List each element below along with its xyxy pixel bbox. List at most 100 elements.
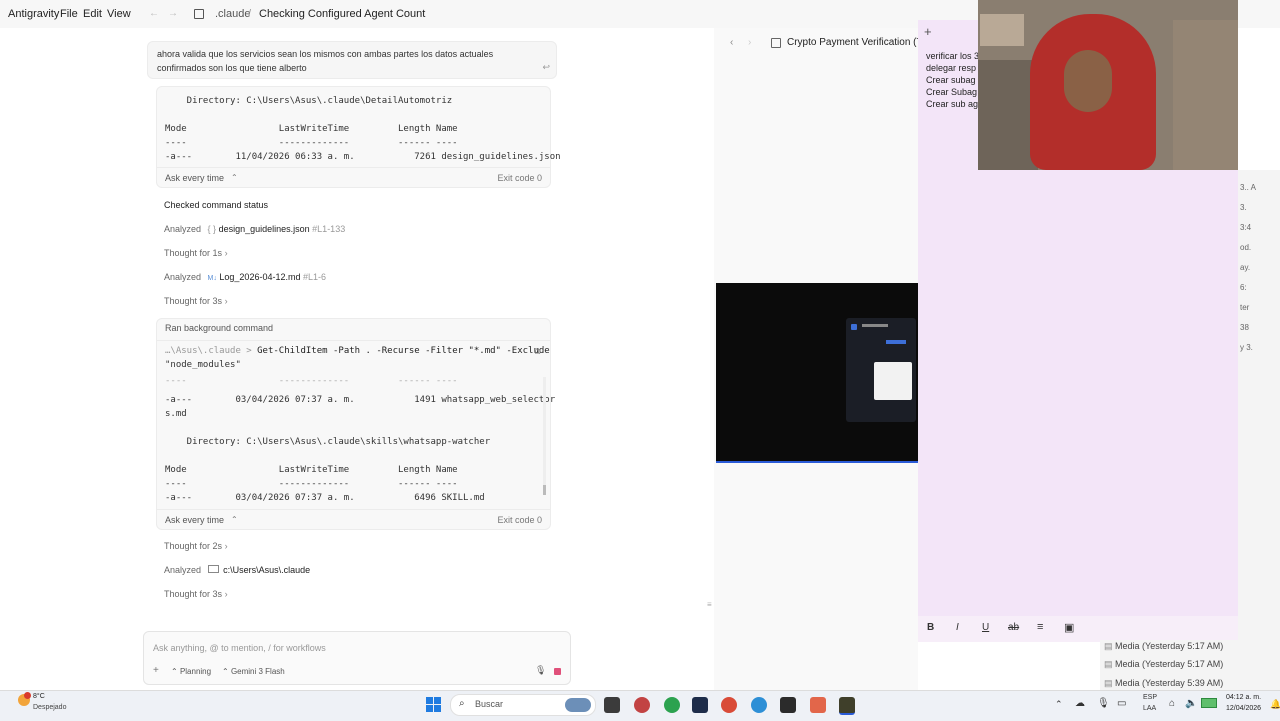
italic-button[interactable]: I [956,622,959,633]
ask-every-time-toggle[interactable]: Ask every time [165,515,224,525]
search-label: Buscar [475,699,504,709]
media-item[interactable]: ▤ Media (Yesterday 5:39 AM) [1104,678,1223,689]
forward-arrow-icon[interactable]: → [168,8,178,19]
list-button[interactable]: ≡ [1037,621,1043,633]
chevron-up-icon[interactable]: ⌃ [231,173,238,182]
back-arrow-icon[interactable]: ← [149,8,159,19]
cloud-icon[interactable]: ☁ [1075,698,1085,709]
ask-every-time-toggle[interactable]: Ask every time [165,173,224,183]
clock-date[interactable]: 12/04/2026 [1226,705,1261,712]
chevron-right-icon: › [224,296,228,306]
chat-panel: ahora valida que los servicios sean los … [0,28,714,690]
step-item[interactable]: Analyzed { } design_guidelines.json #L1-… [164,224,345,234]
file-row: -a--- 03/04/2026 07:37 a. m. 6496 SKILL.… [165,493,485,503]
edit-menu[interactable]: Edit [83,8,102,20]
output-scrollbar[interactable] [543,377,546,495]
truncated-list: 3.. A 3. 3:4 od. ay. 6: ter 38 y 3. [1240,183,1257,352]
chevron-right-icon: › [224,541,228,551]
chat-input-placeholder[interactable]: Ask anything, @ to mention, / for workfl… [153,643,326,653]
note-text[interactable]: verificar los 3 delegar resp Crear subag… [926,50,978,110]
conversation-title: Checking Configured Agent Count [259,8,426,20]
image-button[interactable]: ▣ [1064,621,1074,634]
image-icon [771,38,781,48]
media-item[interactable]: ▤ Media (Yesterday 5:17 AM) [1104,641,1223,652]
step-item: Checked command status [164,200,269,210]
strikethrough-button[interactable]: ab [1008,622,1019,633]
whatsapp-icon[interactable] [664,697,680,713]
sidebar-toggle-icon[interactable] [194,9,204,19]
chat-input-box[interactable]: Ask anything, @ to mention, / for workfl… [143,631,571,685]
thought-item[interactable]: Thought for 1s › [164,248,228,258]
media-item[interactable]: ▤ Media (Yesterday 5:17 AM) [1104,659,1223,670]
screen-recording-preview[interactable] [716,283,918,463]
taskbar-search-box[interactable]: ⌕ Buscar [450,694,596,716]
user-message-text: ahora valida que los servicios sean los … [157,49,494,73]
clock-time[interactable]: 04:12 a. m. [1226,694,1261,701]
directory-line: Directory: C:\Users\Asus\.claude\DetailA… [165,96,453,106]
breadcrumb-root[interactable]: .claude [215,8,250,20]
add-note-icon[interactable]: + [924,24,932,39]
bold-button[interactable]: B [927,622,934,633]
volume-icon[interactable]: 🔈 [1185,698,1197,709]
chevron-left-icon[interactable]: ‹ [730,37,733,48]
language-line-1[interactable]: ESP [1143,694,1157,701]
note-line: Crear sub ag [926,99,978,109]
chevron-up-icon: ⌃ [171,667,180,676]
file-menu[interactable]: File [60,8,78,20]
add-icon[interactable]: + [153,665,159,676]
chevron-right-icon[interactable]: › [748,37,751,48]
underline-button[interactable]: U [982,622,989,633]
copy-icon[interactable]: ⧉ [534,346,540,357]
model-selector[interactable]: ⌃ Gemini 3 Flash [222,667,285,676]
windows-start-icon[interactable] [426,697,441,712]
task-view-icon[interactable] [604,697,620,713]
battery-icon[interactable] [1201,698,1217,708]
notification-bell-icon[interactable]: 🔔 [1270,699,1280,710]
stop-button[interactable] [554,668,561,675]
mic-icon[interactable]: 🎙 [1097,698,1110,709]
exit-code-label: Exit code 0 [497,515,542,525]
weather-temp[interactable]: 8°C [33,693,45,700]
chrome-icon[interactable] [721,697,737,713]
chevron-right-icon: › [224,589,228,599]
background-window-edge: 3.. A 3. 3:4 od. ay. 6: ter 38 y 3. [1238,170,1280,690]
antigravity-icon[interactable] [692,697,708,713]
view-menu[interactable]: View [107,8,131,20]
language-line-2[interactable]: LAA [1143,705,1156,712]
media-icon: ▤ [1104,659,1116,669]
mode-selector[interactable]: ⌃ Planning [171,667,211,676]
network-icon[interactable]: ⌂ [1169,698,1175,709]
undo-icon[interactable]: ↩ [542,62,550,73]
breadcrumb-separator: / [248,8,252,20]
preview-modal [846,318,916,422]
microphone-icon[interactable]: 🎙 [535,665,546,676]
tray-overflow-icon[interactable]: ⌃ [1055,699,1063,710]
thought-item[interactable]: Thought for 3s › [164,589,228,599]
output-line: -a--- 03/04/2026 07:37 a. m. 1491 whatsa… [165,395,556,405]
app-menu[interactable]: Antigravity [8,8,59,20]
terminal-footer: Ask every time ⌃ Exit code 0 [157,167,550,188]
claude-icon[interactable] [810,697,826,713]
file-row: -a--- 11/04/2026 06:33 a. m. 7261 design… [165,152,561,162]
scroll-indicator[interactable]: ≡ [707,600,712,609]
terminal-output-block: Directory: C:\Users\Asus\.claude\DetailA… [156,86,561,188]
search-icon: ⌕ [459,698,465,709]
sticky-notes-icon[interactable] [839,697,855,715]
markdown-icon: M↓ [207,275,217,282]
weather-desc[interactable]: Despejado [33,704,66,711]
thought-item[interactable]: Thought for 3s › [164,296,228,306]
preview-title: Crypto Payment Verification (Te [787,37,928,48]
terminal-icon[interactable] [780,697,796,713]
edge-icon[interactable] [751,697,767,713]
step-item[interactable]: Analyzed M↓ Log_2026-04-12.md #L1-6 [164,272,326,282]
note-format-toolbar: B I U ab ≡ ▣ [918,616,1238,642]
thought-item[interactable]: Thought for 2s › [164,541,228,551]
divider [157,340,550,341]
command-line-cont: "node_modules" [165,360,241,370]
step-item[interactable]: Analyzed c:\Users\Asus\.claude [164,565,310,575]
webcam-overlay [978,0,1238,170]
chevron-up-icon[interactable]: ⌃ [231,515,238,524]
app-icon-1[interactable] [634,697,650,713]
hdd-icon[interactable]: ▭ [1117,698,1126,709]
user-message-bubble: ahora valida que los servicios sean los … [147,41,557,79]
